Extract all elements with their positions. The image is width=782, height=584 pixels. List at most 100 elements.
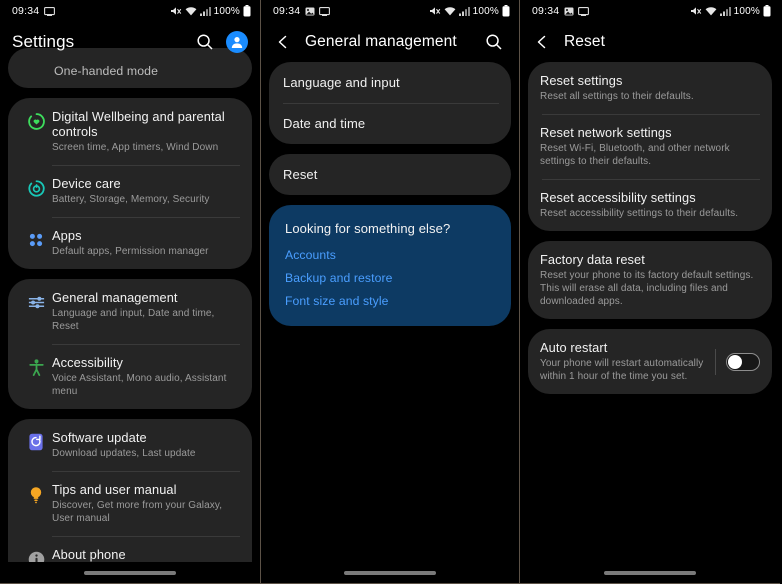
list-item-title: Auto restart (540, 340, 608, 355)
wifi-icon (185, 6, 197, 17)
home-gesture-pill[interactable] (604, 571, 696, 575)
settings-card-one-handed[interactable]: One-handed mode (8, 48, 252, 88)
list-item-subtitle: Reset your phone to its factory default … (540, 270, 754, 307)
sidebar-item-software-update[interactable]: Software update Download updates, Last u… (8, 419, 252, 471)
battery-icon (243, 5, 251, 17)
list-item-subtitle: Reset Wi-Fi, Bluetooth, and other networ… (540, 143, 730, 167)
screen-cast-icon (319, 6, 331, 16)
list-item-title: Accessibility (52, 355, 123, 370)
list-item-auto-restart[interactable]: Auto restart Your phone will restart aut… (528, 329, 772, 394)
navigation-bar (520, 562, 780, 584)
settings-scroll-area[interactable]: One-handed mode Digital Wellbeing and pa… (0, 48, 260, 584)
signal-icon (199, 6, 211, 17)
back-chevron-icon[interactable] (532, 32, 552, 52)
list-item-title: Reset (283, 167, 318, 182)
sidebar-item-digital-wellbeing[interactable]: Digital Wellbeing and parental controls … (8, 98, 252, 165)
screen-cast-icon (578, 6, 590, 16)
reset-card-group-3[interactable]: Auto restart Your phone will restart aut… (528, 329, 772, 394)
phone-screen-general-management: 09:34 100% General management Language a… (260, 0, 520, 584)
search-icon[interactable] (481, 29, 507, 55)
mute-icon (690, 6, 702, 17)
general-management-scroll-area[interactable]: Language and input Date and time Reset L… (261, 62, 519, 326)
image-icon (305, 7, 315, 16)
battery-percentage: 100% (733, 5, 760, 17)
reset-scroll-area[interactable]: Reset settings Reset all settings to the… (520, 62, 780, 394)
list-item-factory-data-reset[interactable]: Factory data reset Reset your phone to i… (528, 241, 772, 319)
navigation-bar (261, 562, 519, 584)
list-item-language-and-input[interactable]: Language and input (269, 62, 511, 103)
status-bar: 09:34 100% (520, 0, 780, 22)
status-bar-system-icons: 100% (429, 5, 510, 17)
list-item-subtitle: Reset all settings to their defaults. (540, 91, 694, 102)
status-bar: 09:34 100% (0, 0, 260, 22)
mute-icon (170, 6, 182, 17)
signal-icon (458, 6, 470, 17)
home-gesture-pill[interactable] (84, 571, 176, 575)
screen-cast-icon (44, 6, 56, 16)
back-chevron-icon[interactable] (273, 32, 293, 52)
list-item-date-and-time[interactable]: Date and time (269, 103, 511, 144)
list-item-title: Device care (52, 176, 121, 191)
gm-card-group-2[interactable]: Reset (269, 154, 511, 195)
list-item-subtitle: Battery, Storage, Memory, Security (52, 194, 210, 205)
navigation-bar (0, 562, 260, 584)
settings-card-group-3[interactable]: Software update Download updates, Last u… (8, 419, 252, 584)
list-item[interactable]: One-handed mode (8, 48, 252, 88)
list-item-title: Reset accessibility settings (540, 190, 696, 205)
sidebar-item-tips[interactable]: Tips and user manual Discover, Get more … (8, 471, 252, 536)
tips-icon (20, 482, 52, 504)
phone-screen-settings: 09:34 100% Settings One-handed mode Digi… (0, 0, 260, 584)
list-item-title: Reset settings (540, 73, 623, 88)
promo-link-backup-and-restore[interactable]: Backup and restore (285, 271, 495, 285)
digital-wellbeing-icon (20, 109, 52, 131)
list-item-title: Factory data reset (540, 252, 645, 267)
sidebar-item-device-care[interactable]: Device care Battery, Storage, Memory, Se… (8, 165, 252, 217)
battery-percentage: 100% (213, 5, 240, 17)
device-care-icon (20, 176, 52, 198)
battery-percentage: 100% (472, 5, 499, 17)
list-item-title: Digital Wellbeing and parental controls (52, 109, 225, 139)
status-bar-notification-icons (305, 6, 331, 16)
list-item-subtitle: Reset accessibility settings to their de… (540, 208, 739, 219)
home-gesture-pill[interactable] (344, 571, 436, 575)
list-item-title: About phone (52, 547, 126, 562)
page-title: General management (305, 33, 457, 50)
sidebar-item-apps[interactable]: Apps Default apps, Permission manager (8, 217, 252, 269)
status-bar-clock: 09:34 (273, 5, 301, 17)
list-item-title: Date and time (283, 116, 366, 131)
list-item-subtitle: Language and input, Date and time, Reset (52, 308, 215, 332)
gm-card-group-1[interactable]: Language and input Date and time (269, 62, 511, 144)
sidebar-item-general-management[interactable]: General management Language and input, D… (8, 279, 252, 344)
list-item-reset-network-settings[interactable]: Reset network settings Reset Wi-Fi, Blue… (528, 114, 772, 179)
accessibility-icon (20, 355, 52, 377)
status-bar-notification-icons (44, 6, 56, 16)
list-item-title: Tips and user manual (52, 482, 177, 497)
list-item-subtitle: Default apps, Permission manager (52, 246, 209, 257)
toggle-divider (715, 348, 716, 375)
list-item-reset-accessibility-settings[interactable]: Reset accessibility settings Reset acces… (528, 179, 772, 231)
settings-card-group-2[interactable]: General management Language and input, D… (8, 279, 252, 409)
status-bar-notification-icons (564, 6, 590, 16)
battery-icon (502, 5, 510, 17)
reset-card-group-2[interactable]: Factory data reset Reset your phone to i… (528, 241, 772, 319)
list-item-subtitle: Your phone will restart automatically wi… (540, 358, 704, 382)
auto-restart-toggle[interactable] (726, 352, 760, 371)
promo-link-accounts[interactable]: Accounts (285, 248, 495, 262)
reset-card-group-1[interactable]: Reset settings Reset all settings to the… (528, 62, 772, 231)
looking-for-something-else-card: Looking for something else? Accounts Bac… (269, 205, 511, 326)
sidebar-item-accessibility[interactable]: Accessibility Voice Assistant, Mono audi… (8, 344, 252, 409)
mute-icon (429, 6, 441, 17)
settings-card-group-1[interactable]: Digital Wellbeing and parental controls … (8, 98, 252, 269)
promo-link-font-size-and-style[interactable]: Font size and style (285, 294, 495, 308)
wifi-icon (705, 6, 717, 17)
promo-title: Looking for something else? (285, 221, 451, 236)
status-bar-clock: 09:34 (532, 5, 560, 17)
phone-screen-reset: 09:34 100% Reset Reset settings Reset al… (520, 0, 780, 584)
list-item-reset[interactable]: Reset (269, 154, 511, 195)
software-update-icon (20, 430, 52, 451)
list-item-reset-settings[interactable]: Reset settings Reset all settings to the… (528, 62, 772, 114)
list-item-subtitle: Discover, Get more from your Galaxy, Use… (52, 500, 223, 524)
image-icon (564, 7, 574, 16)
three-phone-screenshots: 09:34 100% Settings One-handed mode Digi… (0, 0, 782, 584)
list-item-title: One-handed mode (54, 64, 159, 78)
